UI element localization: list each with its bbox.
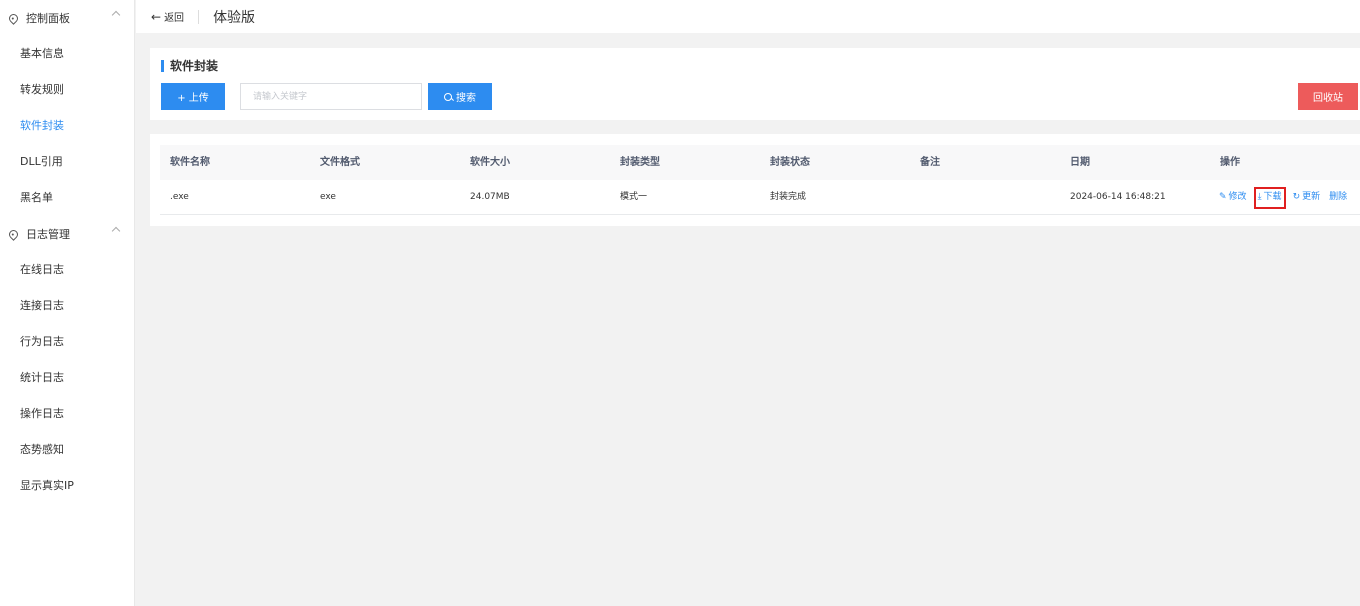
delete-button[interactable]: 删除 xyxy=(1327,187,1349,209)
edit-label: 修改 xyxy=(1228,192,1247,202)
cell-format: exe xyxy=(320,192,336,202)
column-header: 封装类型 xyxy=(620,157,660,168)
column-header: 软件大小 xyxy=(470,157,510,168)
search-icon xyxy=(444,92,452,101)
sidebar-item-forward-rules[interactable]: 转发规则 xyxy=(0,72,134,108)
update-button[interactable]: ↻ 更新 xyxy=(1291,187,1323,209)
back-button[interactable]: ← 返回 xyxy=(151,9,185,25)
download-icon: ⤓ xyxy=(1257,192,1262,202)
sidebar-item-behavior-log[interactable]: 行为日志 xyxy=(0,324,134,360)
chevron-up-icon xyxy=(111,226,121,236)
chevron-up-icon xyxy=(111,10,121,20)
cell-name: .exe xyxy=(170,192,189,202)
update-label: 更新 xyxy=(1302,192,1321,202)
location-pin-icon xyxy=(7,227,20,241)
download-button[interactable]: ⤓ 下载 xyxy=(1253,186,1286,209)
section-heading: 软件封装 xyxy=(161,57,218,74)
download-label: 下载 xyxy=(1263,192,1282,202)
search-input[interactable] xyxy=(240,83,422,110)
column-header: 文件格式 xyxy=(320,157,360,168)
row-actions: ✎ 修改 ⤓ 下载 ↻ 更新 删除 xyxy=(1217,180,1354,215)
table-header: 软件名称 文件格式 软件大小 封装类型 封装状态 备注 日期 操作 xyxy=(160,145,1360,180)
column-header: 封装状态 xyxy=(770,157,810,168)
column-header: 备注 xyxy=(920,157,940,168)
cell-status: 封装完成 xyxy=(770,192,807,202)
divider xyxy=(198,9,200,24)
search-button-label: 搜索 xyxy=(456,93,476,104)
recycle-bin-button[interactable]: 回收站 xyxy=(1298,83,1358,110)
sidebar-group-label: 日志管理 xyxy=(26,228,70,241)
top-bar: ← 返回 体验版 xyxy=(136,0,1360,33)
refresh-icon: ↻ xyxy=(1292,192,1301,202)
sidebar-item-connection-log[interactable]: 连接日志 xyxy=(0,288,134,324)
sidebar-group-logs[interactable]: 日志管理 xyxy=(0,216,134,252)
sidebar: 控制面板 基本信息 转发规则 软件封装 DLL引用 黑名单 日志管理 在线日志 … xyxy=(0,0,135,606)
sidebar-item-dll[interactable]: DLL引用 xyxy=(0,144,134,180)
back-label: 返回 xyxy=(164,13,185,24)
arrow-left-icon: ← xyxy=(151,9,162,24)
sidebar-item-situation[interactable]: 态势感知 xyxy=(0,432,134,468)
page-title: 体验版 xyxy=(213,9,256,26)
cell-date: 2024-06-14 16:48:21 xyxy=(1070,192,1166,202)
sidebar-item-basic-info[interactable]: 基本信息 xyxy=(0,36,134,72)
sidebar-group-control-panel[interactable]: 控制面板 xyxy=(0,0,134,36)
edit-icon: ✎ xyxy=(1219,192,1227,202)
column-header: 软件名称 xyxy=(170,157,210,168)
column-header: 日期 xyxy=(1070,157,1090,168)
sidebar-item-operation-log[interactable]: 操作日志 xyxy=(0,396,134,432)
upload-button[interactable]: + 上传 xyxy=(161,83,225,110)
location-pin-icon xyxy=(7,11,20,25)
table-row: .exe exe 24.07MB 模式一 封装完成 2024-06-14 16:… xyxy=(160,180,1360,215)
section-title: 软件封装 xyxy=(170,59,219,73)
cell-type: 模式一 xyxy=(620,192,648,202)
sidebar-item-blacklist[interactable]: 黑名单 xyxy=(0,180,134,216)
edit-button[interactable]: ✎ 修改 xyxy=(1217,187,1249,209)
column-header: 操作 xyxy=(1220,157,1240,168)
sidebar-item-software-package[interactable]: 软件封装 xyxy=(0,108,134,144)
sidebar-group-label: 控制面板 xyxy=(26,12,70,25)
search-button[interactable]: 搜索 xyxy=(428,83,492,110)
heading-accent-bar xyxy=(161,59,164,72)
toolbar-card: 软件封装 + 上传 搜索 回收站 xyxy=(150,48,1360,120)
sidebar-item-real-ip[interactable]: 显示真实IP xyxy=(0,468,134,504)
table-card: 软件名称 文件格式 软件大小 封装类型 封装状态 备注 日期 操作 .exe e… xyxy=(150,134,1360,226)
sidebar-item-stats-log[interactable]: 统计日志 xyxy=(0,360,134,396)
cell-size: 24.07MB xyxy=(470,192,510,202)
sidebar-item-online-log[interactable]: 在线日志 xyxy=(0,252,134,288)
